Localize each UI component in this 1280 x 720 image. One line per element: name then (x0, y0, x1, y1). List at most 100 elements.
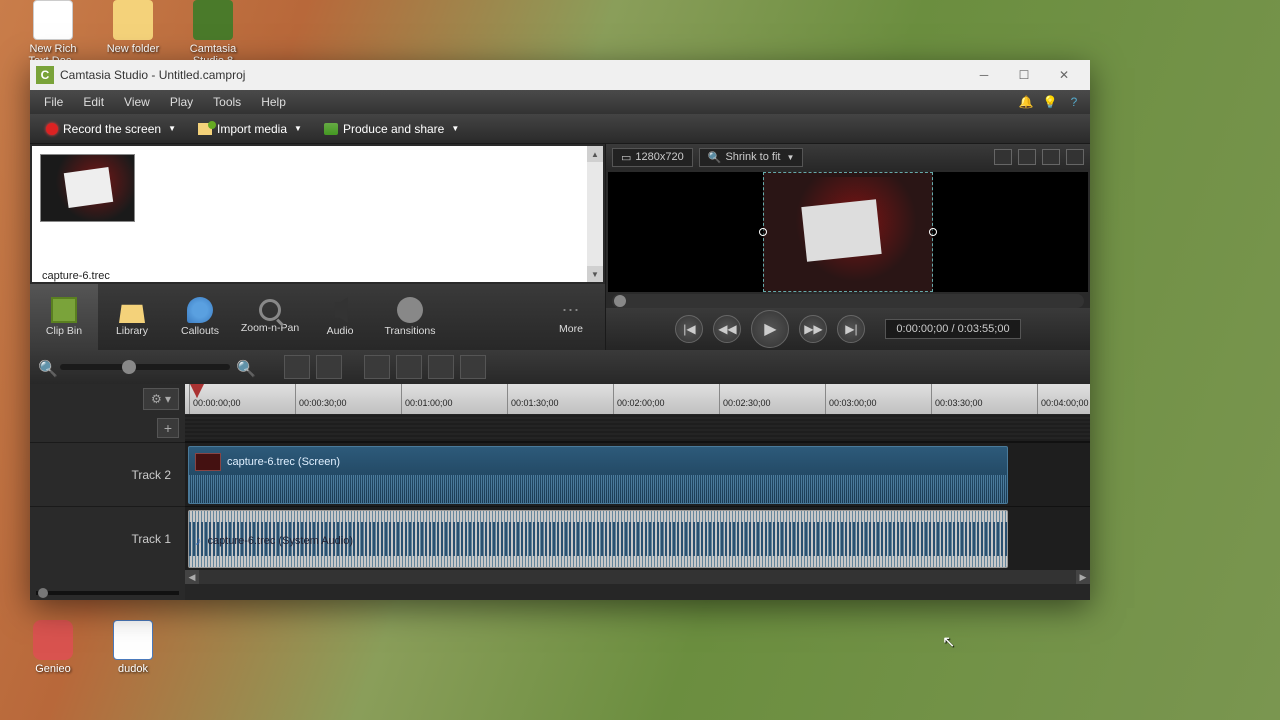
desktop-icon-genieo[interactable]: Genieo (18, 620, 88, 675)
preview-canvas[interactable] (608, 172, 1088, 292)
left-panel: capture-6.trec ▲ ▼ Clip Bin Library Call… (30, 144, 605, 350)
resize-handle-right[interactable] (929, 228, 937, 236)
tab-label: Clip Bin (46, 325, 82, 337)
icon-label: New folder (107, 43, 160, 55)
rewind-button[interactable]: ◀◀ (713, 315, 741, 343)
track-headers: ⚙ ▾ + Track 2 Track 1 (30, 384, 185, 600)
record-icon (46, 123, 58, 135)
import-media-button[interactable]: Import media ▼ (190, 120, 310, 138)
clip-bin-area[interactable]: capture-6.trec ▲ ▼ (32, 146, 603, 282)
menu-view[interactable]: View (114, 92, 160, 112)
play-button[interactable]: ▶ (751, 310, 789, 348)
menu-play[interactable]: Play (160, 92, 203, 112)
menu-help[interactable]: Help (251, 92, 296, 112)
tool-tabs: Clip Bin Library Callouts Zoom-n-Pan Aud… (30, 284, 605, 350)
audio-icon (327, 297, 353, 323)
scroll-right-button[interactable]: ▶ (1076, 570, 1090, 584)
scroll-left-button[interactable]: ◀ (185, 570, 199, 584)
more-icon: ⋯ (562, 300, 581, 321)
time-display: 0:00:00;00 / 0:03:55;00 (885, 319, 1020, 339)
scrollbar[interactable]: ▲ ▼ (587, 146, 603, 282)
tab-library[interactable]: Library (98, 284, 166, 350)
tab-transitions[interactable]: Transitions (374, 284, 446, 350)
audio-clip[interactable]: ♪capture-6.trec (System Audio) (188, 510, 1008, 568)
track-area[interactable]: 00:00:00;0000:00:30;0000:01:00;0000:01:3… (185, 384, 1090, 600)
forward-button[interactable]: ▶▶ (799, 315, 827, 343)
desktop-icon-dudok[interactable]: dudok (98, 620, 168, 675)
dimensions-icon: ▭ (621, 151, 631, 164)
copy-button[interactable] (428, 355, 454, 379)
track-header-1[interactable]: Track 1 (30, 506, 185, 570)
transitions-icon (397, 297, 423, 323)
scroll-up-button[interactable]: ▲ (587, 146, 603, 162)
video-frame[interactable] (763, 172, 933, 292)
clip-item[interactable]: capture-6.trec (40, 154, 135, 282)
menu-edit[interactable]: Edit (73, 92, 114, 112)
callouts-icon (187, 297, 213, 323)
app-icon: C (36, 66, 54, 84)
button-label: Produce and share (343, 122, 444, 136)
help-icon[interactable]: ? (1064, 93, 1084, 111)
zoom-icon (259, 299, 281, 321)
prev-frame-button[interactable]: |◀ (675, 315, 703, 343)
tab-label: Audio (327, 325, 354, 337)
preview-scrubber[interactable] (612, 294, 1084, 308)
desktop-icon-rtf[interactable]: New Rich Text Doc.. (18, 0, 88, 67)
zoom-mode-dropdown[interactable]: 🔍Shrink to fit▼ (699, 148, 804, 167)
resize-handle-left[interactable] (759, 228, 767, 236)
crop-button[interactable] (994, 149, 1012, 165)
tab-more[interactable]: ⋯More (537, 284, 605, 350)
minimize-button[interactable]: ─ (964, 64, 1004, 86)
app-icon (193, 0, 233, 40)
pan-button[interactable] (1018, 149, 1036, 165)
record-screen-button[interactable]: Record the screen ▼ (38, 120, 184, 138)
tab-clip-bin[interactable]: Clip Bin (30, 284, 98, 350)
paste-button[interactable] (460, 355, 486, 379)
scrubber-knob[interactable] (614, 295, 626, 307)
track-header-2[interactable]: Track 2 (30, 442, 185, 506)
ruler-tick: 00:03:00;00 (825, 384, 877, 414)
slider-knob[interactable] (122, 360, 136, 374)
redo-button[interactable] (316, 355, 342, 379)
zoom-in-icon[interactable]: 🔍 (236, 359, 252, 375)
import-icon (198, 123, 212, 135)
track-1-lane[interactable]: ♪capture-6.trec (System Audio) (185, 506, 1090, 570)
title-bar[interactable]: C Camtasia Studio - Untitled.camproj ─ ☐… (30, 60, 1090, 90)
menu-file[interactable]: File (34, 92, 73, 112)
time-ruler[interactable]: 00:00:00;0000:00:30;0000:01:00;0000:01:3… (185, 384, 1090, 414)
icon-label: Genieo (35, 663, 70, 675)
produce-share-button[interactable]: Produce and share ▼ (316, 120, 467, 138)
rotate-handle[interactable] (838, 226, 858, 238)
track-spacer (185, 414, 1090, 442)
timeline-settings-button[interactable]: ⚙ ▾ (143, 388, 179, 410)
split-button[interactable] (396, 355, 422, 379)
tab-label: Zoom-n-Pan (241, 323, 299, 335)
dimensions-value: 1280x720 (635, 151, 683, 163)
tab-callouts[interactable]: Callouts (166, 284, 234, 350)
close-button[interactable]: ✕ (1044, 64, 1084, 86)
track-height-slider[interactable] (30, 586, 185, 600)
tab-zoom-pan[interactable]: Zoom-n-Pan (234, 284, 306, 350)
cut-button[interactable] (364, 355, 390, 379)
tab-audio[interactable]: Audio (306, 284, 374, 350)
menu-tools[interactable]: Tools (203, 92, 251, 112)
canvas-dimensions[interactable]: ▭ 1280x720 (612, 148, 693, 167)
detach-button[interactable] (1066, 149, 1084, 165)
zoom-out-icon[interactable]: 🔍 (38, 359, 54, 375)
track-2-lane[interactable]: capture-6.trec (Screen) (185, 442, 1090, 506)
video-clip[interactable]: capture-6.trec (Screen) (188, 446, 1008, 504)
scroll-down-button[interactable]: ▼ (587, 266, 603, 282)
undo-button[interactable] (284, 355, 310, 379)
add-track-button[interactable]: + (157, 418, 179, 438)
timeline-hscroll[interactable]: ◀ ▶ (185, 570, 1090, 584)
notifications-icon[interactable]: 🔔 (1016, 93, 1036, 111)
next-frame-button[interactable]: ▶| (837, 315, 865, 343)
zoom-value: Shrink to fit (725, 151, 780, 163)
fullscreen-button[interactable] (1042, 149, 1060, 165)
hint-icon[interactable]: 💡 (1040, 93, 1060, 111)
zoom-slider[interactable] (60, 364, 230, 370)
maximize-button[interactable]: ☐ (1004, 64, 1044, 86)
desktop-icon-camtasia[interactable]: Camtasia Studio 8 (178, 0, 248, 67)
tab-label: Library (116, 325, 148, 337)
desktop-icon-newfolder[interactable]: New folder (98, 0, 168, 55)
